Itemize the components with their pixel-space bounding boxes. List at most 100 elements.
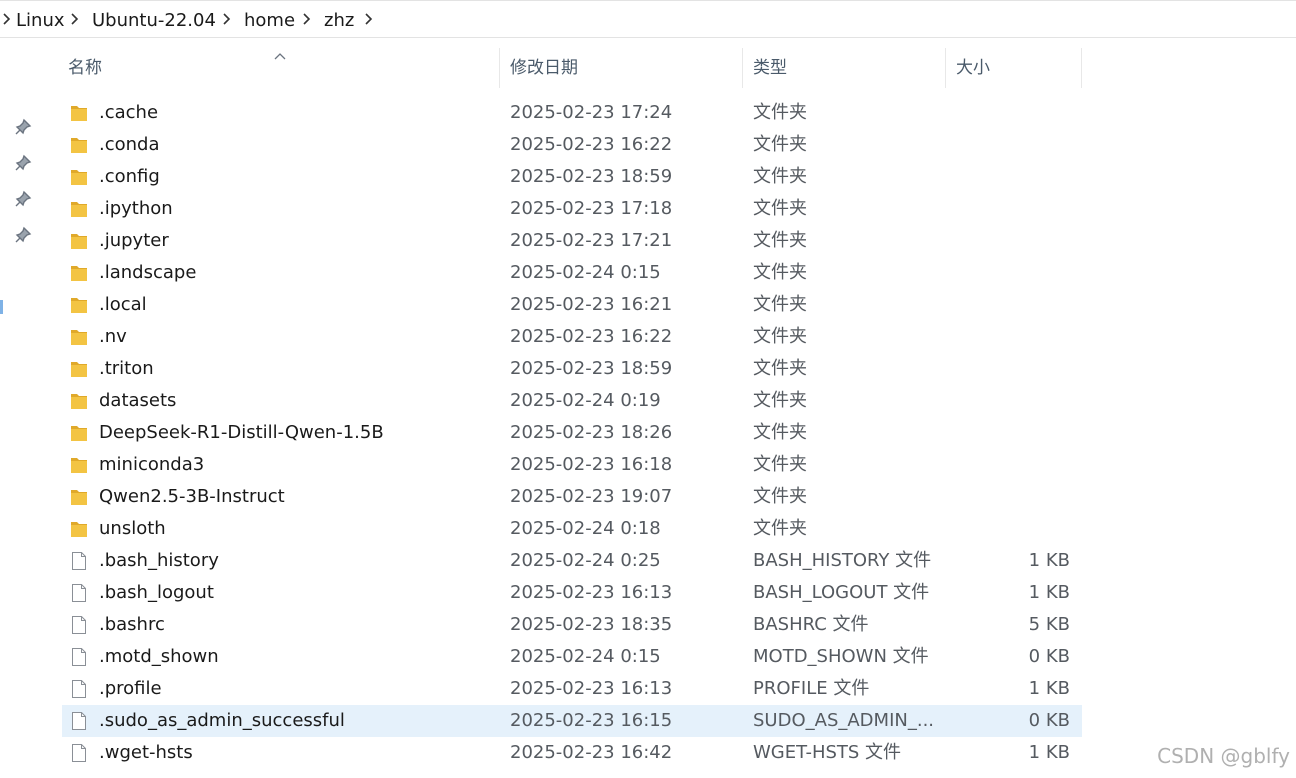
pin-icon[interactable] xyxy=(14,118,32,136)
file-date: 2025-02-23 16:42 xyxy=(510,742,673,763)
file-size: 1 KB xyxy=(1028,582,1070,603)
column-header-type[interactable]: 类型 xyxy=(753,48,787,88)
chevron-right-icon[interactable] xyxy=(364,11,374,27)
file-date: 2025-02-24 0:19 xyxy=(510,390,661,411)
file-type: WGET-HSTS 文件 xyxy=(753,742,902,763)
file-type: 文件夹 xyxy=(753,326,807,347)
file-type: 文件夹 xyxy=(753,166,807,187)
file-name: .landscape xyxy=(99,262,197,283)
file-row[interactable]: unsloth 2025-02-24 0:18 文件夹 xyxy=(62,513,1082,545)
watermark-text: CSDN @gblfy xyxy=(1157,744,1290,768)
file-name: .sudo_as_admin_successful xyxy=(99,710,345,731)
file-row[interactable]: .local 2025-02-23 16:21 文件夹 xyxy=(62,289,1082,321)
chevron-right-icon[interactable] xyxy=(2,11,12,27)
file-row[interactable]: .bash_logout 2025-02-23 16:13 BASH_LOGOUT … xyxy=(62,577,1082,609)
folder-icon xyxy=(70,263,88,283)
folder-icon xyxy=(70,199,88,219)
file-row[interactable]: .bash_history 2025-02-24 0:25 BASH_HISTORY… xyxy=(62,545,1082,577)
breadcrumb-item-linux[interactable]: Linux xyxy=(16,10,65,32)
file-size: 5 KB xyxy=(1028,614,1070,635)
file-row[interactable]: .jupyter 2025-02-23 17:21 文件夹 xyxy=(62,225,1082,257)
file-type: BASHRC 文件 xyxy=(753,614,869,635)
file-name: .motd_shown xyxy=(99,646,219,667)
file-name: miniconda3 xyxy=(99,454,205,475)
pin-icon[interactable] xyxy=(14,154,32,172)
file-date: 2025-02-23 16:22 xyxy=(510,326,673,347)
file-date: 2025-02-23 17:21 xyxy=(510,230,673,251)
file-size: 1 KB xyxy=(1028,678,1070,699)
chevron-right-icon[interactable] xyxy=(302,11,312,27)
file-date: 2025-02-23 18:26 xyxy=(510,422,673,443)
file-icon xyxy=(70,743,88,763)
file-row[interactable]: .triton 2025-02-23 18:59 文件夹 xyxy=(62,353,1082,385)
file-size: 0 KB xyxy=(1028,646,1070,667)
breadcrumb-item-zhz[interactable]: zhz xyxy=(324,10,354,32)
file-date: 2025-02-24 0:25 xyxy=(510,550,661,571)
file-row[interactable]: miniconda3 2025-02-23 16:18 文件夹 xyxy=(62,449,1082,481)
file-name: .profile xyxy=(99,678,162,699)
file-size: 1 KB xyxy=(1028,742,1070,763)
folder-icon xyxy=(70,359,88,379)
file-row[interactable]: .wget-hsts 2025-02-23 16:42 WGET-HSTS 文件 1 … xyxy=(62,737,1082,769)
file-row[interactable]: .nv 2025-02-23 16:22 文件夹 xyxy=(62,321,1082,353)
file-date: 2025-02-23 17:24 xyxy=(510,102,673,123)
pin-icon[interactable] xyxy=(14,226,32,244)
file-row[interactable]: datasets 2025-02-24 0:19 文件夹 xyxy=(62,385,1082,417)
file-name: .ipython xyxy=(99,198,173,219)
column-divider[interactable] xyxy=(1081,48,1082,88)
breadcrumb-item-home[interactable]: home xyxy=(244,10,295,32)
folder-icon xyxy=(70,455,88,475)
pin-icon[interactable] xyxy=(14,190,32,208)
file-date: 2025-02-23 16:21 xyxy=(510,294,673,315)
file-name: .jupyter xyxy=(99,230,169,251)
file-type: MOTD_SHOWN 文件 xyxy=(753,646,929,667)
folder-icon xyxy=(70,423,88,443)
file-name: DeepSeek-R1-Distill-Qwen-1.5B xyxy=(99,422,384,443)
file-row[interactable]: .landscape 2025-02-24 0:15 文件夹 xyxy=(62,257,1082,289)
folder-icon xyxy=(70,391,88,411)
file-type: 文件夹 xyxy=(753,198,807,219)
file-type: BASH_HISTORY 文件 xyxy=(753,550,932,571)
file-date: 2025-02-23 16:22 xyxy=(510,134,673,155)
file-row[interactable]: .profile 2025-02-23 16:13 PROFILE 文件 1 KB xyxy=(62,673,1082,705)
file-row[interactable]: .config 2025-02-23 18:59 文件夹 xyxy=(62,161,1082,193)
folder-icon xyxy=(70,231,88,251)
column-header-name[interactable]: 名称 xyxy=(68,48,102,88)
file-type: 文件夹 xyxy=(753,230,807,251)
file-name: .nv xyxy=(99,326,127,347)
file-type: 文件夹 xyxy=(753,454,807,475)
file-name: .local xyxy=(99,294,147,315)
column-divider[interactable] xyxy=(499,48,500,88)
file-date: 2025-02-23 17:18 xyxy=(510,198,673,219)
column-header-size[interactable]: 大小 xyxy=(956,48,990,88)
file-row[interactable]: .bashrc 2025-02-23 18:35 BASHRC 文件 5 KB xyxy=(62,609,1082,641)
file-name: .bash_logout xyxy=(99,582,214,603)
breadcrumb-item-ubuntu[interactable]: Ubuntu-22.04 xyxy=(92,10,216,32)
file-row[interactable]: .ipython 2025-02-23 17:18 文件夹 xyxy=(62,193,1082,225)
file-row[interactable]: Qwen2.5-3B-Instruct 2025-02-23 19:07 文件夹 xyxy=(62,481,1082,513)
file-date: 2025-02-23 19:07 xyxy=(510,486,673,507)
file-row[interactable]: DeepSeek-R1-Distill-Qwen-1.5B 2025-02-23 … xyxy=(62,417,1082,449)
file-date: 2025-02-23 18:59 xyxy=(510,358,673,379)
file-row-selected[interactable]: .sudo_as_admin_successful 2025-02-23 16:1… xyxy=(62,705,1082,737)
file-icon xyxy=(70,679,88,699)
file-date: 2025-02-23 18:59 xyxy=(510,166,673,187)
file-row[interactable]: .cache 2025-02-23 17:24 文件夹 xyxy=(62,97,1082,129)
file-name: .config xyxy=(99,166,160,187)
folder-icon xyxy=(70,295,88,315)
file-row[interactable]: .motd_shown 2025-02-24 0:15 MOTD_SHOWN 文件 0… xyxy=(62,641,1082,673)
file-name: .conda xyxy=(99,134,160,155)
chevron-right-icon[interactable] xyxy=(70,11,80,27)
quick-access-pins xyxy=(0,38,48,778)
file-type: PROFILE 文件 xyxy=(753,678,870,699)
file-name: .wget-hsts xyxy=(99,742,193,763)
folder-icon xyxy=(70,103,88,123)
chevron-right-icon[interactable] xyxy=(222,11,232,27)
file-type: 文件夹 xyxy=(753,422,807,443)
column-divider[interactable] xyxy=(742,48,743,88)
file-type: SUDO_AS_ADMIN_... xyxy=(753,710,933,731)
column-divider[interactable] xyxy=(945,48,946,88)
column-header-date[interactable]: 修改日期 xyxy=(510,48,578,88)
file-row[interactable]: .conda 2025-02-23 16:22 文件夹 xyxy=(62,129,1082,161)
file-name: .triton xyxy=(99,358,154,379)
